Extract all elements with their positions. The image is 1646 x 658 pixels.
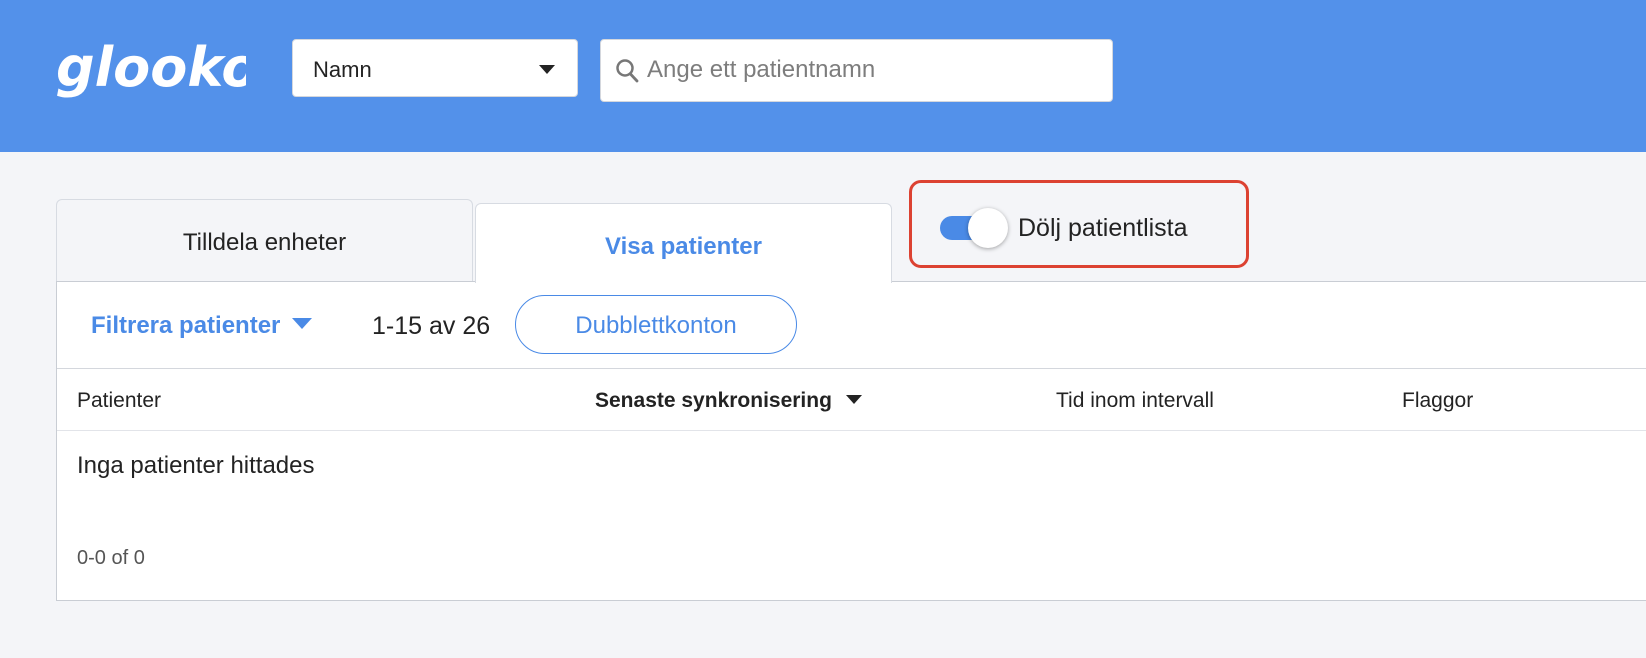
glooko-logo-icon: glooko	[56, 36, 258, 99]
tab-assign-devices[interactable]: Tilldela enheter	[56, 199, 473, 281]
tab-assign-devices-label: Tilldela enheter	[182, 229, 347, 256]
column-header-flags[interactable]: Flaggor	[1402, 389, 1473, 413]
filter-patients-label: Filtrera patienter	[91, 312, 281, 339]
search-icon	[616, 59, 639, 83]
column-header-time-in-range[interactable]: Tid inom intervall	[1056, 389, 1214, 413]
patient-search-box[interactable]	[600, 39, 1113, 102]
logo-text: glooko	[56, 36, 246, 99]
patient-range-count: 1-15 av 26	[372, 312, 491, 340]
tab-view-patients[interactable]: Visa patienter	[475, 203, 892, 283]
column-header-patients[interactable]: Patienter	[77, 389, 161, 413]
chevron-down-icon	[539, 65, 555, 74]
table-header: Patienter Senaste synkronisering Tid ino…	[57, 368, 1646, 431]
tab-view-patients-label: Visa patienter	[605, 233, 762, 260]
filter-patients-button[interactable]: Filtrera patienter	[91, 312, 313, 340]
caret-down-icon	[292, 318, 313, 330]
empty-state-message: Inga patienter hittades	[77, 452, 315, 479]
pagination-info: 0-0 of 0	[77, 547, 145, 569]
duplicate-accounts-label: Dubblettkonton	[575, 312, 737, 339]
top-bar: glooko Namn	[0, 0, 1646, 152]
glooko-logo[interactable]: glooko	[54, 36, 258, 115]
hide-patient-list-label: Dölj patientlista	[1018, 214, 1188, 242]
sort-caret-down-icon	[845, 395, 862, 404]
duplicate-accounts-button[interactable]: Dubblettkonton	[515, 295, 797, 354]
column-header-last-sync[interactable]: Senaste synkronisering	[595, 389, 862, 413]
patient-search-input[interactable]	[647, 50, 1097, 90]
search-type-value: Namn	[313, 57, 372, 82]
toggle-knob	[968, 208, 1008, 248]
search-type-select[interactable]: Namn	[292, 39, 578, 97]
column-header-last-sync-label: Senaste synkronisering	[595, 389, 832, 412]
patients-panel: Filtrera patienter 1-15 av 26 Dubblettko…	[56, 281, 1646, 601]
hide-patient-list-toggle[interactable]	[940, 208, 1008, 248]
